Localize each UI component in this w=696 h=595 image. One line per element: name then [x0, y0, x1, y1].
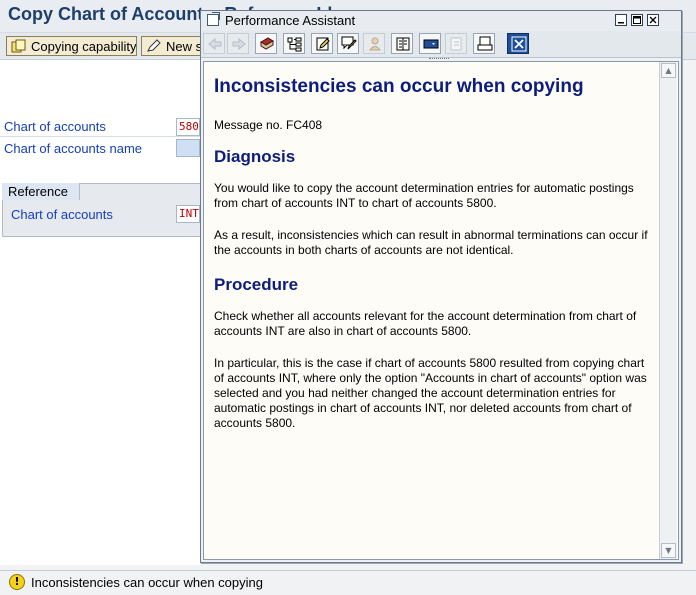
diagnosis-paragraph: You would like to copy the account deter…: [214, 181, 634, 210]
edit-icon[interactable]: [311, 33, 333, 54]
reference-group-title: Reference: [2, 183, 80, 200]
reference-chart-of-accounts-label: Chart of accounts: [11, 207, 113, 222]
diagnosis-paragraph: As a result, inconsistencies which can r…: [214, 228, 648, 257]
message-number: Message no. FC408: [214, 118, 323, 132]
copy-icon: [11, 39, 27, 53]
message-heading: Inconsistencies can occur when copying: [214, 76, 584, 97]
close-icon[interactable]: [507, 33, 529, 54]
procedure-paragraph: Check whether all accounts relevant for …: [214, 309, 637, 338]
vertical-scrollbar[interactable]: ▲ ▼: [659, 62, 677, 559]
forward-arrow-icon[interactable]: [227, 33, 249, 54]
back-arrow-icon[interactable]: [203, 33, 225, 54]
pencil-icon: [146, 39, 162, 53]
window-title: Performance Assistant: [225, 13, 356, 28]
assistant-toolbar: [201, 31, 681, 58]
minimize-button[interactable]: [615, 14, 627, 26]
structure-icon[interactable]: [283, 33, 305, 54]
procedure-heading: Procedure: [214, 275, 299, 294]
book-icon[interactable]: [255, 33, 277, 54]
chart-of-accounts-name-label: Chart of accounts name: [4, 141, 143, 156]
diagnosis-heading: Diagnosis: [214, 147, 296, 166]
status-message[interactable]: Inconsistencies can occur when copying: [31, 575, 263, 590]
procedure-paragraph: In particular, this is the case if chart…: [214, 356, 647, 430]
person-icon[interactable]: [363, 33, 385, 54]
maximize-button[interactable]: [631, 14, 643, 26]
close-window-button[interactable]: [647, 14, 659, 26]
chart-of-accounts-label: Chart of accounts: [4, 119, 106, 134]
dropdown-icon[interactable]: [419, 33, 441, 54]
page-icon[interactable]: [391, 33, 413, 54]
warning-icon[interactable]: !: [9, 574, 25, 590]
assistant-content: Inconsistencies can occur when copying M…: [203, 61, 679, 560]
scroll-down-icon[interactable]: ▼: [661, 543, 676, 558]
comment-icon[interactable]: [337, 33, 359, 54]
window-icon: [207, 14, 219, 26]
print-icon[interactable]: [473, 33, 495, 54]
copying-capability-label: Copying capability: [31, 39, 137, 54]
chart-of-accounts-name-input[interactable]: [176, 139, 200, 157]
reference-chart-of-accounts-input[interactable]: INT: [176, 205, 200, 223]
new-button[interactable]: New s: [141, 36, 201, 56]
scroll-up-icon[interactable]: ▲: [661, 63, 676, 78]
window-titlebar[interactable]: Performance Assistant: [201, 11, 681, 32]
page-disabled-icon[interactable]: [445, 33, 467, 54]
help-text: Inconsistencies can occur when copying M…: [214, 76, 654, 448]
new-label: New s: [166, 39, 201, 54]
row-divider: [0, 136, 200, 137]
performance-assistant-window: Performance Assistant Inconsistencies ca…: [200, 10, 682, 563]
status-bar: ! Inconsistencies can occur when copying: [0, 570, 696, 595]
chart-of-accounts-input[interactable]: 5800: [176, 118, 200, 136]
copying-capability-button[interactable]: Copying capability: [6, 36, 137, 56]
